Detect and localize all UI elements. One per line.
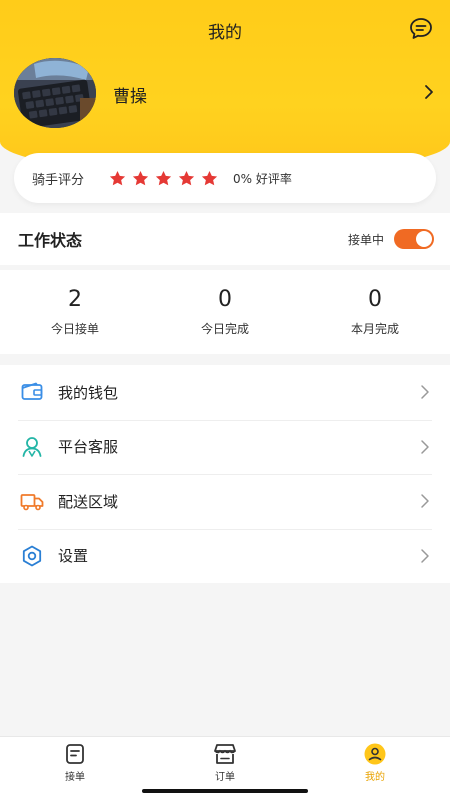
menu-label: 平台客服	[58, 438, 119, 457]
avatar-photo	[14, 58, 96, 128]
chevron-right-icon	[421, 494, 429, 508]
shop-icon	[214, 744, 236, 764]
tab-label: 接单	[65, 772, 85, 783]
menu-item-wallet[interactable]: 我的钱包	[0, 365, 450, 420]
stat-label: 今日完成	[200, 322, 249, 336]
order-accept-icon	[66, 744, 84, 764]
tab-mine[interactable]: 我的	[300, 737, 450, 800]
home-indicator	[142, 789, 308, 793]
rating-label: 骑手评分	[32, 172, 85, 188]
star-icon	[109, 170, 126, 185]
menu-item-delivery-area[interactable]: 配送区域	[0, 474, 450, 529]
profile-header: 我的 曹操	[0, 0, 450, 175]
tab-label: 订单	[215, 772, 235, 783]
good-rate-text: 0% 好评率	[233, 171, 292, 186]
chevron-right-icon	[421, 385, 429, 399]
star-icon	[155, 170, 172, 185]
tab-label: 我的	[365, 772, 385, 783]
user-icon	[364, 743, 386, 765]
username[interactable]: 曹操	[113, 82, 147, 107]
stat-label: 今日接单	[50, 322, 99, 336]
stat-value: 2	[68, 287, 82, 312]
star-icon	[178, 170, 195, 185]
chevron-right-icon[interactable]	[422, 82, 436, 102]
wallet-icon	[21, 382, 43, 401]
work-status-control: 接单中	[348, 229, 434, 249]
settings-gear-icon	[22, 545, 42, 567]
settings-menu: 我的钱包 平台客服 配送区域 设置	[0, 365, 450, 583]
accept-orders-toggle[interactable]	[394, 229, 434, 249]
stat-label: 本月完成	[350, 322, 399, 336]
stat-value: 0	[368, 287, 382, 312]
chevron-right-icon	[421, 549, 429, 563]
work-status-title: 工作状态	[18, 231, 83, 250]
menu-item-customer-service[interactable]: 平台客服	[0, 419, 450, 475]
stat-month-completed: 0 本月完成	[300, 270, 450, 354]
stat-today-completed: 0 今日完成	[150, 270, 300, 354]
star-icon	[132, 170, 149, 185]
tab-accept-orders[interactable]: 接单	[0, 737, 150, 800]
page-title: 我的	[208, 23, 242, 43]
rider-rating-card: 骑手评分 0% 好评率	[14, 153, 436, 203]
customer-service-icon	[22, 436, 42, 457]
profile-page: 我的 曹操 骑手评分 0% 好评率 工作状态 接单中 2 今日接单 0 今日完成…	[0, 0, 450, 800]
work-status-row: 工作状态 接单中	[0, 213, 450, 265]
message-bubble-icon[interactable]	[408, 16, 434, 42]
star-icon	[201, 170, 218, 185]
menu-label: 配送区域	[58, 492, 119, 511]
avatar[interactable]	[14, 58, 96, 128]
rating-stars	[108, 169, 219, 188]
delivery-truck-icon	[20, 494, 44, 511]
menu-label: 设置	[58, 547, 89, 566]
menu-item-settings[interactable]: 设置	[0, 528, 450, 584]
menu-label: 我的钱包	[58, 383, 119, 402]
stats-panel: 2 今日接单 0 今日完成 0 本月完成	[0, 270, 450, 354]
chevron-right-icon	[421, 440, 429, 454]
stat-value: 0	[218, 287, 232, 312]
work-status-text: 接单中	[347, 232, 384, 247]
stat-today-accepted: 2 今日接单	[0, 270, 150, 354]
toggle-knob	[416, 231, 432, 247]
